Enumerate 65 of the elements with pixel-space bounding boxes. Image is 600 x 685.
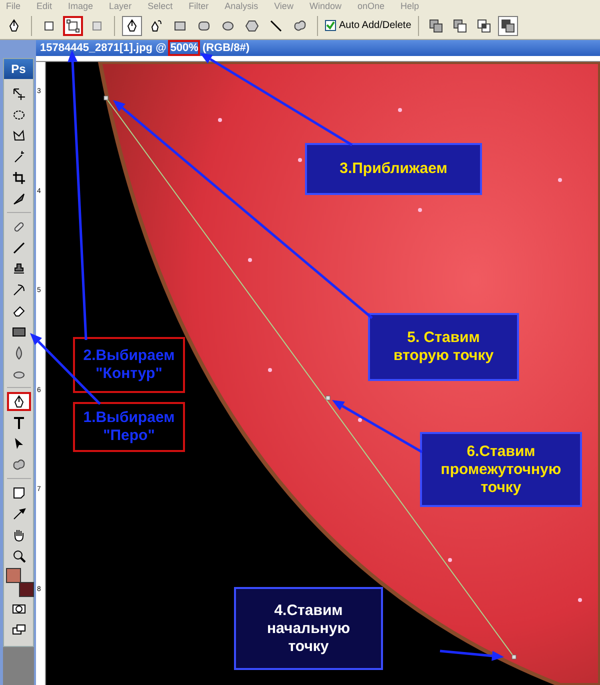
arrow bbox=[440, 650, 504, 661]
overlapping-squares-icon bbox=[501, 18, 516, 32]
color-mode: (RGB/8#) bbox=[202, 42, 250, 54]
dashed-ellipse-icon bbox=[12, 108, 26, 122]
pen-nib-icon bbox=[12, 394, 26, 408]
square-icon bbox=[90, 18, 104, 32]
menu-item[interactable]: Analysis bbox=[224, 1, 258, 11]
color-swatch[interactable] bbox=[18, 582, 34, 597]
pen-nib-icon bbox=[7, 18, 21, 32]
anchor-point[interactable] bbox=[104, 96, 108, 100]
menu-item[interactable]: Window bbox=[309, 1, 342, 11]
move-arrow-icon bbox=[12, 86, 26, 100]
crop-icon bbox=[12, 170, 26, 184]
overlapping-squares-icon bbox=[453, 18, 468, 32]
menu-item[interactable]: Help bbox=[400, 1, 420, 11]
overlapping-squares-icon bbox=[429, 18, 444, 32]
type-t-icon bbox=[12, 416, 26, 430]
menu-item[interactable]: Edit bbox=[36, 1, 52, 11]
line-icon bbox=[269, 18, 283, 32]
rounded-rectangle-icon bbox=[197, 18, 211, 32]
menu-item[interactable]: Image bbox=[68, 1, 94, 11]
callout-note: 3.Приближаем bbox=[305, 143, 482, 195]
menu-item[interactable]: Layer bbox=[109, 1, 132, 11]
note-icon bbox=[12, 486, 26, 500]
square-icon bbox=[42, 18, 56, 32]
hand-icon bbox=[12, 528, 26, 542]
callout-note: 5. Ставим вторую точку bbox=[368, 313, 519, 381]
mask-icon bbox=[12, 602, 26, 616]
path-operation-button[interactable] bbox=[498, 16, 518, 36]
menu-item[interactable]: Filter bbox=[188, 1, 209, 11]
magnifier-icon bbox=[12, 548, 26, 562]
overlapping-squares-icon bbox=[477, 18, 492, 32]
brush-icon bbox=[12, 240, 26, 254]
callout-note: 1.Выбираем "Перо" bbox=[73, 402, 185, 452]
color-swatch[interactable] bbox=[6, 568, 20, 583]
checkmark-icon bbox=[326, 21, 335, 30]
eyedropper-icon bbox=[12, 506, 26, 520]
blob-shape-icon bbox=[12, 458, 26, 472]
pen-nib-icon bbox=[149, 18, 163, 32]
menu-item[interactable]: File bbox=[6, 1, 21, 11]
auto-add-delete-checkbox[interactable]: Auto Add/Delete bbox=[325, 20, 412, 31]
knife-icon bbox=[12, 192, 26, 206]
menu-item[interactable]: Select bbox=[148, 1, 173, 11]
hexagon-icon bbox=[245, 18, 259, 32]
windows-icon bbox=[12, 622, 26, 636]
blob-shape-icon bbox=[293, 18, 307, 32]
anchor-point[interactable] bbox=[512, 654, 516, 660]
app-logo: Ps bbox=[4, 59, 33, 79]
zoom-level: 500% bbox=[170, 42, 198, 54]
rectangle-icon bbox=[173, 18, 187, 32]
menu-item[interactable]: onOne bbox=[357, 1, 384, 11]
lasso-icon bbox=[12, 128, 26, 142]
callout-note: 6.Ставим промежуточную точку bbox=[420, 432, 582, 507]
callout-note: 4.Ставим начальную точку bbox=[234, 587, 383, 670]
pen-nib-icon bbox=[125, 18, 139, 32]
callout-note: 2.Выбираем "Контур" bbox=[73, 337, 185, 393]
path-square-icon bbox=[66, 18, 80, 32]
document-name: 15784445_2871[1].jpg @ bbox=[40, 42, 166, 54]
stamp-icon bbox=[12, 262, 26, 276]
tool-button[interactable] bbox=[6, 392, 30, 411]
ellipse-icon bbox=[221, 18, 235, 32]
draw-tool-button[interactable] bbox=[122, 16, 142, 36]
menu-item[interactable]: View bbox=[274, 1, 294, 11]
eraser-icon bbox=[12, 304, 26, 318]
mode-button[interactable] bbox=[63, 16, 83, 36]
